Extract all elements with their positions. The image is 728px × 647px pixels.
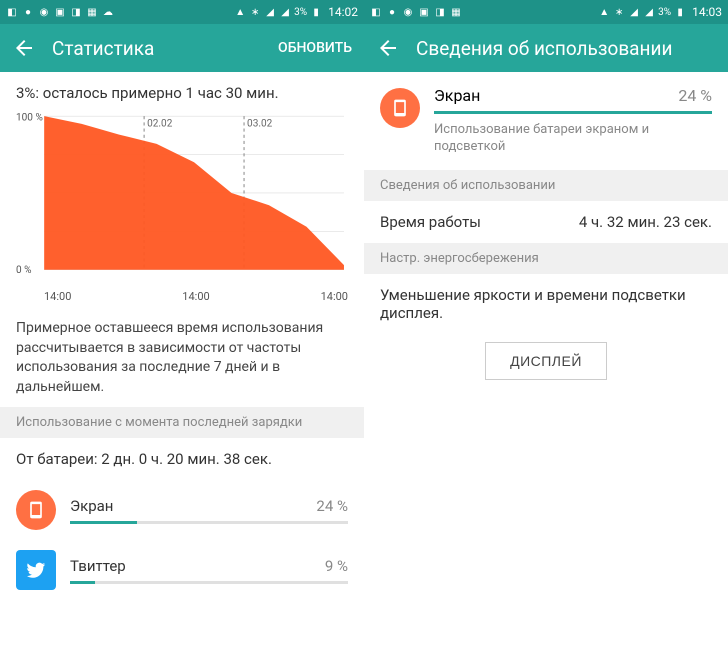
screen-statistics: ◧ ● ◉ ▣ ◨ ▦ ☁ ▲ ∗ ◢ ◢ 3% ▮ 14:02 Статист… <box>0 0 364 647</box>
section-header-usage: Сведения об использовании <box>364 170 728 201</box>
section-header-since-charge: Использование с момента последней зарядк… <box>0 407 364 438</box>
back-icon[interactable] <box>12 36 36 60</box>
screen-usage-details: ◧ ● ◉ ▣ ◨ ▦ ▲ ∗ ◢ ◢ 3% ▮ 14:03 Сведения … <box>364 0 728 647</box>
screen-icon <box>380 88 420 128</box>
display-button[interactable]: ДИСПЛЕЙ <box>485 342 607 380</box>
notif-icon: ▦ <box>450 6 462 18</box>
chart-xaxis: 14:00 14:00 14:00 <box>0 288 364 309</box>
screen-icon <box>16 490 56 530</box>
action-bar: Статистика ОБНОВИТЬ <box>0 24 364 72</box>
explanation-text: Примерное оставшееся время использования… <box>0 309 364 407</box>
back-icon[interactable] <box>376 36 400 60</box>
svg-text:03.02: 03.02 <box>247 118 273 129</box>
svg-text:0 %: 0 % <box>16 265 32 276</box>
battery-icon: ▮ <box>674 6 686 18</box>
usage-pct: 24 % <box>316 497 348 515</box>
power-desc: Уменьшение яркости и времени подсветки д… <box>364 274 728 334</box>
xtick: 14:00 <box>321 290 348 303</box>
notif-icon: ◨ <box>434 6 446 18</box>
wifi-icon: ▲ <box>598 6 610 18</box>
svg-text:100 %: 100 % <box>16 112 43 123</box>
signal-icon: ◢ <box>279 6 291 18</box>
runtime-row: Время работы 4 ч. 32 мин. 23 сек. <box>364 201 728 243</box>
action-bar: Сведения об использовании <box>364 24 728 72</box>
usage-item-screen[interactable]: Экран 24 % <box>0 480 364 540</box>
signal-icon: ◢ <box>628 6 640 18</box>
battery-time: От батареи: 2 дн. 0 ч. 20 мин. 38 сек. <box>0 438 364 480</box>
usage-pct: 9 % <box>325 557 348 575</box>
notif-icon: ▣ <box>418 6 430 18</box>
signal-icon: ◢ <box>264 6 276 18</box>
refresh-button[interactable]: ОБНОВИТЬ <box>278 40 352 56</box>
notif-icon: ◉ <box>402 6 414 18</box>
status-time: 14:03 <box>692 5 722 19</box>
notif-icon: ◉ <box>38 6 50 18</box>
bluetooth-icon: ∗ <box>249 6 261 18</box>
signal-icon: ◢ <box>643 6 655 18</box>
notif-icon: ☁ <box>102 6 114 18</box>
status-time: 14:02 <box>328 5 358 19</box>
detail-desc: Использование батареи экраном и подсветк… <box>434 122 712 156</box>
section-header-power: Настр. энергосбережения <box>364 243 728 274</box>
usage-item-twitter[interactable]: Твиттер 9 % <box>0 540 364 600</box>
runtime-label: Время работы <box>380 213 481 231</box>
xtick: 14:00 <box>182 290 209 303</box>
detail-name: Экран <box>434 86 480 105</box>
battery-pct: 3% <box>658 7 671 18</box>
notif-icon: ▦ <box>86 6 98 18</box>
xtick: 14:00 <box>44 290 71 303</box>
status-bar: ◧ ● ◉ ▣ ◨ ▦ ▲ ∗ ◢ ◢ 3% ▮ 14:03 <box>364 0 728 24</box>
notif-icon: ◨ <box>70 6 82 18</box>
page-title: Сведения об использовании <box>416 37 716 60</box>
wifi-icon: ▲ <box>234 6 246 18</box>
status-bar: ◧ ● ◉ ▣ ◨ ▦ ☁ ▲ ∗ ◢ ◢ 3% ▮ 14:02 <box>0 0 364 24</box>
runtime-value: 4 ч. 32 мин. 23 сек. <box>579 213 712 231</box>
battery-summary: 3%: осталось примерно 1 час 30 мин. <box>0 72 364 110</box>
notif-icon: ◧ <box>6 6 18 18</box>
notif-icon: ● <box>386 6 398 18</box>
battery-icon: ▮ <box>310 6 322 18</box>
battery-pct: 3% <box>294 7 307 18</box>
notif-icon: ◧ <box>370 6 382 18</box>
notif-icon: ● <box>22 6 34 18</box>
notif-icon: ▣ <box>54 6 66 18</box>
twitter-icon <box>16 550 56 590</box>
page-title: Статистика <box>52 37 278 60</box>
usage-name: Твиттер <box>70 557 126 575</box>
detail-pct: 24 % <box>678 86 712 105</box>
usage-detail-header: Экран 24 % Использование батареи экраном… <box>364 72 728 170</box>
usage-name: Экран <box>70 497 113 515</box>
svg-text:02.02: 02.02 <box>147 118 173 129</box>
bluetooth-icon: ∗ <box>613 6 625 18</box>
battery-chart: 02.02 03.02 100 % 0 % <box>0 110 364 288</box>
